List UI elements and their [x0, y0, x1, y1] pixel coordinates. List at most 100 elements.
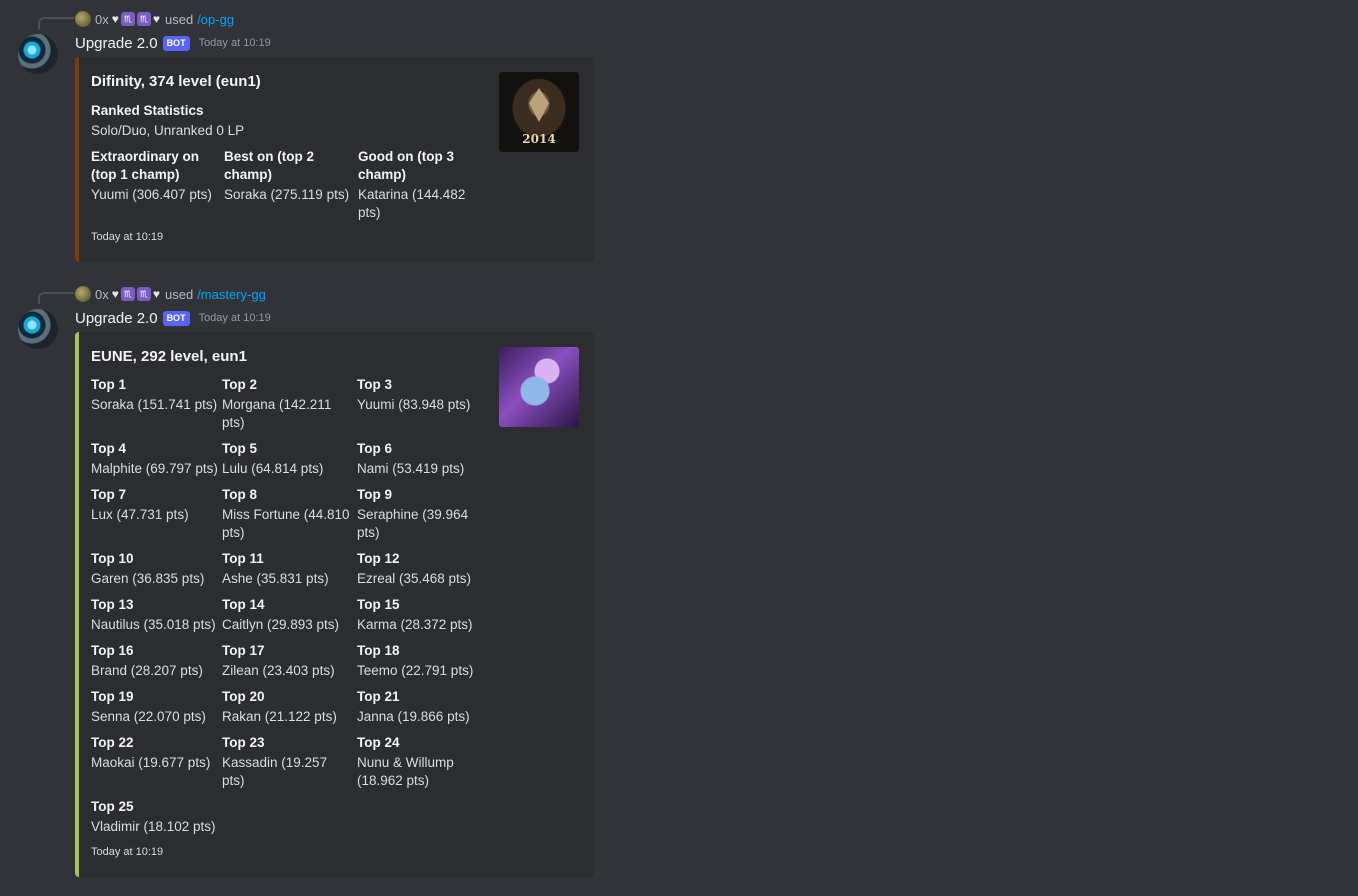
embed-footer: Today at 10:19 — [91, 231, 164, 243]
mastery-field-20: Top 20 Rakan (21.122 pts) — [222, 688, 352, 726]
embed-title: Difinity, 374 level (eun1) — [91, 73, 261, 90]
field-value: Miss Fortune (44.810 pts) — [222, 507, 350, 540]
field-name: Top 7 — [91, 487, 126, 502]
field-name: Top 25 — [91, 799, 134, 814]
field-value: Senna (22.070 pts) — [91, 709, 206, 724]
field-name: Extraordinary on (top 1 champ) — [91, 149, 200, 182]
field-name: Top 6 — [357, 441, 392, 456]
field-name: Top 12 — [357, 551, 400, 566]
field-name: Top 17 — [222, 643, 265, 658]
mastery-field-3: Top 3 Yuumi (83.948 pts) — [357, 376, 487, 414]
mastery-field-1: Top 1 Soraka (151.741 pts) — [91, 376, 221, 414]
used-label: used — [164, 286, 194, 302]
reply-username[interactable]: 0x — [95, 12, 109, 27]
field-value: Kassadin (19.257 pts) — [222, 755, 328, 788]
message-header: Upgrade 2.0 BOT Today at 10:19 — [75, 32, 271, 54]
bot-avatar[interactable] — [18, 309, 58, 349]
champ-field-3: Good on (top 3 champ) Katarina (144.482 … — [358, 148, 488, 222]
user-avatar-mini — [75, 286, 91, 302]
field-name: Top 3 — [357, 377, 392, 392]
field-name: Good on (top 3 champ) — [358, 149, 454, 182]
author-name[interactable]: Upgrade 2.0 — [75, 35, 158, 52]
field-value: Ezreal (35.468 pts) — [357, 571, 472, 586]
command-link[interactable]: /mastery-gg — [197, 287, 266, 302]
author-name[interactable]: Upgrade 2.0 — [75, 310, 158, 327]
reply-connector — [38, 292, 74, 304]
mastery-field-8: Top 8 Miss Fortune (44.810 pts) — [222, 486, 352, 542]
field-value: Soraka (151.741 pts) — [91, 397, 218, 412]
heart-icon: ♥ — [152, 12, 160, 26]
field-value: Nunu & Willump (18.962 pts) — [357, 755, 454, 788]
field-name: Top 5 — [222, 441, 257, 456]
embed-card: Difinity, 374 level (eun1) Ranked Statis… — [75, 57, 594, 262]
mastery-field-21: Top 21 Janna (19.866 pts) — [357, 688, 487, 726]
mastery-field-7: Top 7 Lux (47.731 pts) — [91, 486, 221, 524]
mastery-field-16: Top 16 Brand (28.207 pts) — [91, 642, 221, 680]
field-value: Rakan (21.122 pts) — [222, 709, 337, 724]
user-avatar-mini — [75, 11, 91, 27]
scorpio-icon: ♏ — [120, 12, 135, 26]
field-value: Nautilus (35.018 pts) — [91, 617, 216, 632]
champ-field-1: Extraordinary on (top 1 champ) Yuumi (30… — [91, 148, 221, 204]
crest-icon — [529, 88, 549, 122]
field-name: Top 10 — [91, 551, 134, 566]
field-value: Garen (36.835 pts) — [91, 571, 205, 586]
field-value: Yuumi (306.407 pts) — [91, 187, 212, 202]
field-value: Brand (28.207 pts) — [91, 663, 203, 678]
field-name: Top 9 — [357, 487, 392, 502]
mastery-field-15: Top 15 Karma (28.372 pts) — [357, 596, 487, 634]
embed-footer: Today at 10:19 — [91, 846, 164, 858]
ranked-emblem-thumbnail[interactable]: 2014 — [499, 72, 579, 152]
field-value: Morgana (142.211 pts) — [222, 397, 332, 430]
heart-icon: ♥ — [111, 287, 119, 301]
command-link[interactable]: /op-gg — [197, 12, 234, 27]
mastery-field-4: Top 4 Malphite (69.797 pts) — [91, 440, 221, 478]
field-value: Lux (47.731 pts) — [91, 507, 189, 522]
scorpio-icon: ♏ — [136, 287, 151, 301]
field-name: Top 22 — [91, 735, 134, 750]
field-value: Zilean (23.403 pts) — [222, 663, 335, 678]
field-value: Vladimir (18.102 pts) — [91, 819, 216, 834]
field-value: Malphite (69.797 pts) — [91, 461, 218, 476]
timestamp[interactable]: Today at 10:19 — [199, 37, 271, 49]
field-name: Ranked Statistics — [91, 103, 204, 118]
field-name: Top 19 — [91, 689, 134, 704]
field-value: Yuumi (83.948 pts) — [357, 397, 471, 412]
champion-thumbnail[interactable] — [499, 347, 579, 427]
mastery-field-6: Top 6 Nami (53.419 pts) — [357, 440, 487, 478]
embed-card: EUNE, 292 level, eun1 Today at 10:19 Top… — [75, 332, 594, 877]
mastery-field-24: Top 24 Nunu & Willump (18.962 pts) — [357, 734, 487, 790]
mastery-field-10: Top 10 Garen (36.835 pts) — [91, 550, 221, 588]
field-name: Top 11 — [222, 551, 264, 566]
field-name: Top 13 — [91, 597, 134, 612]
field-value: Caitlyn (29.893 pts) — [222, 617, 340, 632]
field-name: Top 2 — [222, 377, 257, 392]
mastery-field-9: Top 9 Seraphine (39.964 pts) — [357, 486, 487, 542]
field-name: Top 14 — [222, 597, 265, 612]
mastery-field-17: Top 17 Zilean (23.403 pts) — [222, 642, 352, 680]
timestamp[interactable]: Today at 10:19 — [199, 312, 271, 324]
ranked-field: Ranked Statistics Solo/Duo, Unranked 0 L… — [91, 102, 391, 140]
mastery-field-25: Top 25 Vladimir (18.102 pts) — [91, 798, 221, 836]
heart-icon: ♥ — [152, 287, 160, 301]
scorpio-icon: ♏ — [136, 12, 151, 26]
reply-preview[interactable]: 0x ♥ ♏ ♏ ♥ used /mastery-gg — [75, 285, 266, 303]
mastery-field-14: Top 14 Caitlyn (29.893 pts) — [222, 596, 352, 634]
reply-preview[interactable]: 0x ♥ ♏ ♏ ♥ used /op-gg — [75, 10, 234, 28]
field-value: Seraphine (39.964 pts) — [357, 507, 469, 540]
reply-connector — [38, 17, 74, 29]
used-label: used — [164, 11, 194, 27]
mastery-field-19: Top 19 Senna (22.070 pts) — [91, 688, 221, 726]
field-value: Karma (28.372 pts) — [357, 617, 473, 632]
message-header: Upgrade 2.0 BOT Today at 10:19 — [75, 307, 271, 329]
reply-username[interactable]: 0x — [95, 287, 109, 302]
field-value: Katarina (144.482 pts) — [358, 187, 466, 220]
heart-icon: ♥ — [111, 12, 119, 26]
field-name: Top 20 — [222, 689, 265, 704]
bot-avatar[interactable] — [18, 34, 58, 74]
embed-title: EUNE, 292 level, eun1 — [91, 348, 247, 365]
scorpio-icon: ♏ — [120, 287, 135, 301]
mastery-field-22: Top 22 Maokai (19.677 pts) — [91, 734, 221, 772]
mastery-field-23: Top 23 Kassadin (19.257 pts) — [222, 734, 352, 790]
field-name: Top 1 — [91, 377, 126, 392]
